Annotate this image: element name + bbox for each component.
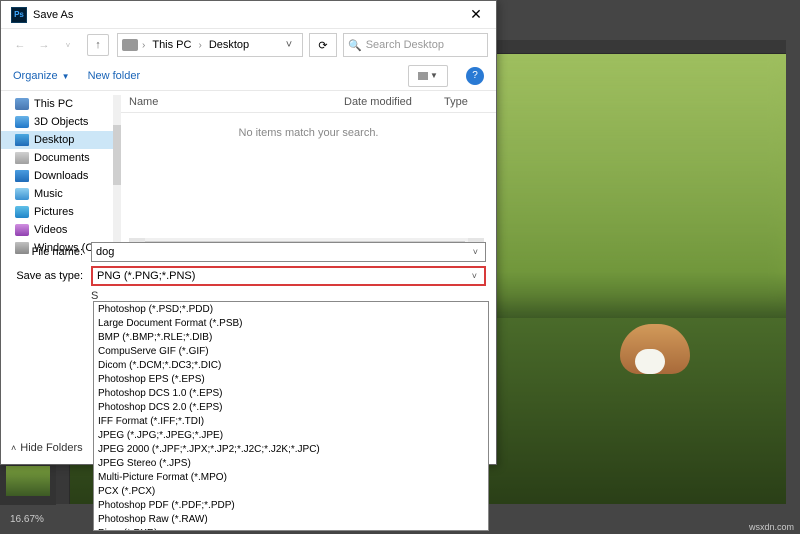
tree-videos[interactable]: Videos bbox=[1, 221, 120, 239]
dialog-titlebar: Ps Save As ✕ bbox=[1, 1, 496, 29]
folder-icon bbox=[15, 116, 29, 128]
folder-tree: This PC 3D Objects Desktop Documents Dow… bbox=[1, 91, 121, 256]
tree-pictures[interactable]: Pictures bbox=[1, 203, 120, 221]
search-icon: 🔍 bbox=[348, 39, 362, 52]
format-option[interactable]: Large Document Format (*.PSB) bbox=[94, 316, 488, 330]
nav-up-button[interactable]: ↑ bbox=[87, 34, 109, 56]
format-option[interactable]: IFF Format (*.IFF;*.TDI) bbox=[94, 414, 488, 428]
zoom-level[interactable]: 16.67% bbox=[10, 514, 44, 525]
organize-button[interactable]: Organize▼ bbox=[13, 70, 70, 82]
format-option[interactable]: Photoshop (*.PSD;*.PDD) bbox=[94, 302, 488, 316]
save-type-value: PNG (*.PNG;*.PNS) bbox=[97, 270, 195, 282]
pictures-icon bbox=[15, 206, 29, 218]
tree-3d-objects[interactable]: 3D Objects bbox=[1, 113, 120, 131]
breadcrumb[interactable]: › This PC › Desktop ˅ bbox=[117, 33, 303, 57]
tree-music[interactable]: Music bbox=[1, 185, 120, 203]
view-mode-button[interactable]: ▼ bbox=[408, 65, 448, 87]
file-list: Name Date modified Type No items match y… bbox=[121, 91, 496, 256]
format-option[interactable]: CompuServe GIF (*.GIF) bbox=[94, 344, 488, 358]
format-option[interactable]: Multi-Picture Format (*.MPO) bbox=[94, 470, 488, 484]
save-type-label: Save as type: bbox=[1, 270, 91, 282]
list-header: Name Date modified Type bbox=[121, 91, 496, 113]
hide-folders-button[interactable]: ˄ Hide Folders bbox=[11, 442, 83, 454]
breadcrumb-this-pc[interactable]: This PC bbox=[149, 39, 194, 51]
organize-toolbar: Organize▼ New folder ▼ ? bbox=[1, 61, 496, 91]
save-type-dropdown[interactable]: PNG (*.PNG;*.PNS) ˅ bbox=[91, 266, 486, 286]
chevron-up-icon: ˄ bbox=[11, 443, 16, 453]
ps-scrollbar-v[interactable] bbox=[786, 40, 800, 504]
col-type[interactable]: Type bbox=[436, 96, 496, 108]
tree-desktop[interactable]: Desktop bbox=[1, 131, 120, 149]
col-name[interactable]: Name bbox=[121, 96, 336, 108]
search-input[interactable]: 🔍 Search Desktop bbox=[343, 33, 488, 57]
format-option[interactable]: JPEG (*.JPG;*.JPEG;*.JPE) bbox=[94, 428, 488, 442]
videos-icon bbox=[15, 224, 29, 236]
file-name-input[interactable]: dog ˅ bbox=[91, 242, 486, 262]
help-button[interactable]: ? bbox=[466, 67, 484, 85]
chevron-down-icon[interactable]: ˅ bbox=[469, 271, 480, 281]
tree-this-pc[interactable]: This PC bbox=[1, 95, 120, 113]
format-option[interactable]: JPEG 2000 (*.JPF;*.JPX;*.JP2;*.J2C;*.J2K… bbox=[94, 442, 488, 456]
format-option[interactable]: Photoshop PDF (*.PDF;*.PDP) bbox=[94, 498, 488, 512]
format-option[interactable]: Pixar (*.PXR) bbox=[94, 526, 488, 531]
chevron-down-icon: ▼ bbox=[62, 72, 70, 81]
downloads-icon bbox=[15, 170, 29, 182]
documents-icon bbox=[15, 152, 29, 164]
nav-forward-button[interactable]: → bbox=[33, 34, 55, 56]
dialog-title: Save As bbox=[33, 9, 73, 21]
format-dropdown-list[interactable]: Photoshop (*.PSD;*.PDD)Large Document Fo… bbox=[93, 301, 489, 531]
chevron-down-icon[interactable]: ˅ bbox=[470, 247, 481, 257]
empty-message: No items match your search. bbox=[121, 113, 496, 256]
breadcrumb-desktop[interactable]: Desktop bbox=[206, 39, 252, 51]
format-option[interactable]: Dicom (*.DCM;*.DC3;*.DIC) bbox=[94, 358, 488, 372]
tree-downloads[interactable]: Downloads bbox=[1, 167, 120, 185]
thumbnail[interactable] bbox=[6, 466, 50, 496]
view-icon bbox=[418, 72, 428, 80]
tree-scrollbar[interactable] bbox=[113, 95, 121, 257]
refresh-button[interactable]: ⟳ bbox=[309, 33, 337, 57]
format-option[interactable]: Photoshop DCS 2.0 (*.EPS) bbox=[94, 400, 488, 414]
nav-recent-button[interactable]: ˅ bbox=[57, 34, 79, 56]
nav-toolbar: ← → ˅ ↑ › This PC › Desktop ˅ ⟳ 🔍 Search… bbox=[1, 29, 496, 61]
music-icon bbox=[15, 188, 29, 200]
new-folder-button[interactable]: New folder bbox=[88, 70, 141, 82]
col-date[interactable]: Date modified bbox=[336, 96, 436, 108]
watermark: wsxdn.com bbox=[749, 522, 794, 532]
close-button[interactable]: ✕ bbox=[456, 1, 496, 29]
chevron-right-icon[interactable]: › bbox=[140, 40, 147, 51]
pc-icon bbox=[122, 39, 138, 51]
format-option[interactable]: BMP (*.BMP;*.RLE;*.DIB) bbox=[94, 330, 488, 344]
chevron-right-icon[interactable]: › bbox=[196, 40, 203, 51]
desktop-icon bbox=[15, 134, 29, 146]
breadcrumb-dropdown-icon[interactable]: ˅ bbox=[280, 39, 298, 51]
format-option[interactable]: Photoshop EPS (*.EPS) bbox=[94, 372, 488, 386]
tree-documents[interactable]: Documents bbox=[1, 149, 120, 167]
format-option[interactable]: Photoshop DCS 1.0 (*.EPS) bbox=[94, 386, 488, 400]
search-placeholder: Search Desktop bbox=[366, 39, 444, 51]
save-as-dialog: Ps Save As ✕ ← → ˅ ↑ › This PC › Desktop… bbox=[0, 0, 497, 465]
format-option[interactable]: Photoshop Raw (*.RAW) bbox=[94, 512, 488, 526]
file-name-label: File name: bbox=[1, 246, 91, 258]
format-option[interactable]: JPEG Stereo (*.JPS) bbox=[94, 456, 488, 470]
photoshop-icon: Ps bbox=[11, 7, 27, 23]
pc-icon bbox=[15, 98, 29, 110]
format-option[interactable]: PCX (*.PCX) bbox=[94, 484, 488, 498]
file-name-value: dog bbox=[96, 246, 114, 258]
nav-back-button[interactable]: ← bbox=[9, 34, 31, 56]
